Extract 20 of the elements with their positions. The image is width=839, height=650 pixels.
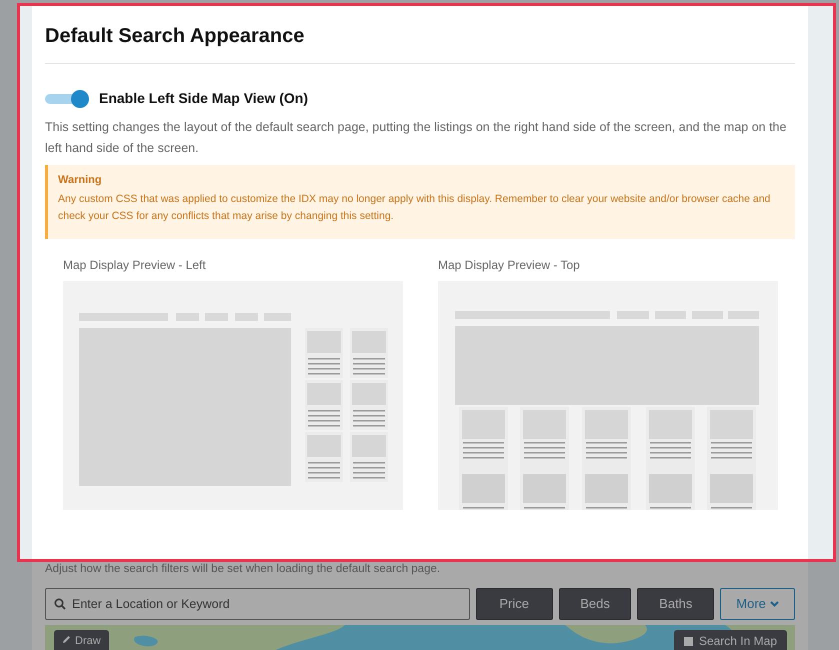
toggle-switch[interactable] — [45, 90, 89, 108]
warning-text: Any custom CSS that was applied to customize the IDX may no longer apply with this display. Remember to clear your website and/or browser cache and check your CSS for any conflicts that may arise by changing this setting. — [58, 192, 772, 224]
filter-button[interactable]: More — [720, 588, 795, 620]
chevron-down-icon — [770, 601, 779, 607]
checkbox[interactable] — [684, 637, 693, 646]
filters-description: Adjust how the search filters will be set when loading the default search page. — [45, 562, 442, 576]
search-icon — [54, 598, 66, 610]
panel-title: Default Search Appearance — [45, 24, 306, 49]
filter-button[interactable]: Beds — [558, 588, 632, 620]
filter-button[interactable]: Baths — [637, 588, 714, 620]
search-field[interactable]: Enter a Location or Keyword — [45, 588, 470, 620]
preview-label: Map Display Preview - Top — [438, 257, 581, 273]
pencil-icon — [62, 635, 71, 644]
preview-label: Map Display Preview - Left — [63, 257, 207, 273]
filter-button[interactable]: Price — [476, 588, 553, 620]
toggle-label: Enable Left Side Map View (On) — [99, 89, 308, 108]
search-in-map-button[interactable]: Search In Map — [674, 630, 787, 650]
warning-title: Warning — [58, 173, 103, 188]
setting-description: This setting changes the layout of the default search page, putting the listings on the right hand side of the screen, and the map on the left hand side of the screen. — [45, 119, 788, 157]
draw-button[interactable]: Draw — [54, 630, 109, 650]
